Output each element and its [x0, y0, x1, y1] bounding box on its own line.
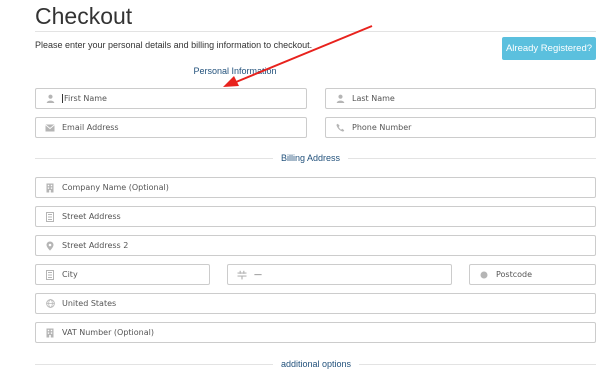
city-placeholder: City	[62, 270, 78, 279]
section-heading-personal: Personal Information	[193, 66, 277, 76]
state-value: —	[254, 270, 262, 279]
company-name-placeholder: Company Name (Optional)	[62, 183, 169, 192]
city-field[interactable]: City	[35, 264, 210, 285]
globe-icon	[44, 298, 56, 310]
company-name-field[interactable]: Company Name (Optional)	[35, 177, 596, 198]
street-address-2-placeholder: Street Address 2	[62, 241, 129, 250]
intro-text: Please enter your personal details and b…	[35, 40, 313, 50]
text-cursor	[62, 94, 63, 103]
email-field[interactable]: Email Address	[35, 117, 307, 138]
vat-number-placeholder: VAT Number (Optional)	[62, 328, 154, 337]
country-value: United States	[62, 299, 117, 308]
phone-placeholder: Phone Number	[352, 123, 412, 132]
postcode-placeholder: Postcode	[496, 270, 533, 279]
country-select[interactable]: United States	[35, 293, 596, 314]
section-heading-additional: additional options	[273, 358, 360, 370]
title-divider	[35, 31, 596, 32]
section-heading-billing: Billing Address	[273, 152, 349, 164]
first-name-field[interactable]: First Name	[35, 88, 307, 109]
state-select[interactable]: —	[227, 264, 452, 285]
billing-divider: Billing Address	[35, 152, 596, 164]
phone-icon	[334, 122, 346, 134]
email-placeholder: Email Address	[62, 123, 119, 132]
already-registered-button[interactable]: Already Registered?	[502, 37, 596, 60]
map-marker-icon	[44, 240, 56, 252]
additional-options-divider: additional options	[35, 358, 596, 370]
envelope-icon	[44, 122, 56, 134]
building-icon	[44, 182, 56, 194]
building-icon	[44, 327, 56, 339]
user-icon	[334, 93, 346, 105]
user-icon	[44, 93, 56, 105]
postcode-icon	[478, 269, 490, 281]
state-icon	[236, 269, 248, 281]
phone-field[interactable]: Phone Number	[325, 117, 596, 138]
last-name-field[interactable]: Last Name	[325, 88, 596, 109]
street-address-placeholder: Street Address	[62, 212, 121, 221]
page-title: Checkout	[35, 3, 133, 29]
last-name-placeholder: Last Name	[352, 94, 395, 103]
postcode-field[interactable]: Postcode	[469, 264, 596, 285]
street-address-2-field[interactable]: Street Address 2	[35, 235, 596, 256]
first-name-placeholder: First Name	[64, 94, 107, 103]
vat-number-field[interactable]: VAT Number (Optional)	[35, 322, 596, 343]
street-address-field[interactable]: Street Address	[35, 206, 596, 227]
building-icon	[44, 211, 56, 223]
building-icon	[44, 269, 56, 281]
